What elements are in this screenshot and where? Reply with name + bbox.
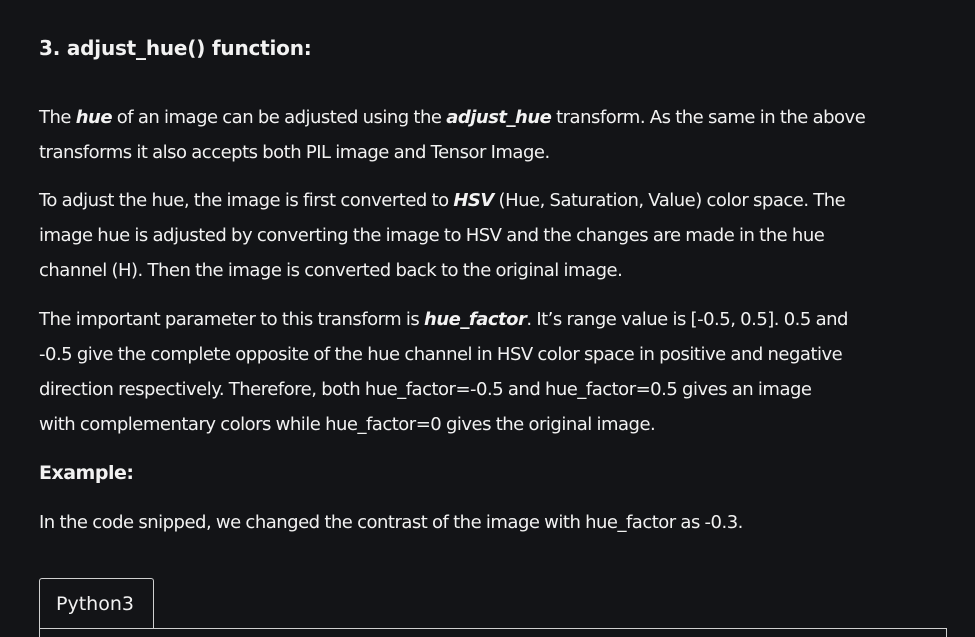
- emphasis-hsv: HSV: [453, 190, 494, 211]
- text-run: The: [39, 107, 76, 128]
- paragraph-line: image hue is adjusted by converting the …: [39, 225, 825, 246]
- hue-intro-paragraph: The hue of an image can be adjusted usin…: [39, 100, 866, 170]
- paragraph-line: channel (H). Then the image is converted…: [39, 260, 623, 281]
- text-run: of an image can be adjusted using the: [112, 107, 447, 128]
- code-tabs: Python3: [39, 578, 947, 637]
- emphasis-adjust-hue: adjust_hue: [446, 107, 552, 128]
- paragraph-line: direction respectively. Therefore, both …: [39, 379, 812, 400]
- example-label: Example:: [39, 462, 134, 484]
- text-run: To adjust the hue, the image is first co…: [39, 190, 454, 211]
- paragraph-line: -0.5 give the complete opposite of the h…: [39, 344, 843, 365]
- hsv-paragraph: To adjust the hue, the image is first co…: [39, 183, 846, 288]
- example-description: In the code snipped, we changed the cont…: [39, 505, 743, 540]
- text-run: . It’s range value is [-0.5, 0.5]. 0.5 a…: [526, 309, 848, 330]
- code-box: [39, 628, 947, 637]
- text-run: The important parameter to this transfor…: [39, 309, 425, 330]
- tab-python3[interactable]: Python3: [39, 578, 154, 628]
- hue-factor-paragraph: The important parameter to this transfor…: [39, 302, 848, 442]
- emphasis-hue: hue: [75, 107, 113, 128]
- paragraph-line: The important parameter to this transfor…: [39, 302, 848, 337]
- paragraph-line: transforms it also accepts both PIL imag…: [39, 142, 550, 163]
- paragraph-line: with complementary colors while hue_fact…: [39, 414, 656, 435]
- section-heading: 3. adjust_hue() function:: [39, 36, 312, 60]
- text-run: transform. As the same in the above: [551, 107, 866, 128]
- emphasis-hue-factor: hue_factor: [424, 309, 527, 330]
- paragraph-line: The hue of an image can be adjusted usin…: [39, 100, 866, 135]
- text-run: (Hue, Saturation, Value) color space. Th…: [493, 190, 846, 211]
- paragraph-line: In the code snipped, we changed the cont…: [39, 512, 743, 533]
- paragraph-line: To adjust the hue, the image is first co…: [39, 183, 846, 218]
